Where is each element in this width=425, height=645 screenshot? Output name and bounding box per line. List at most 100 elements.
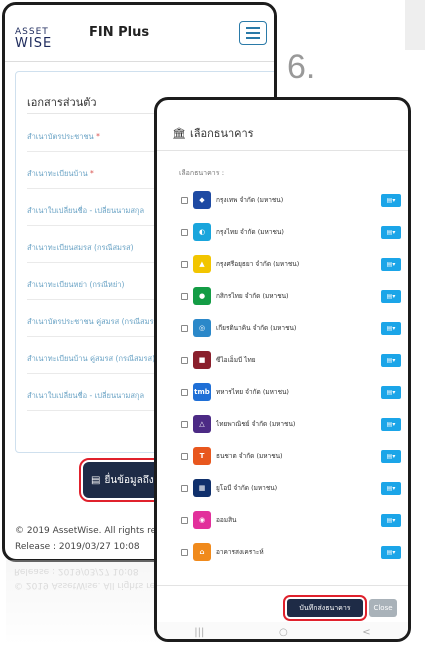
step-number: 6. (287, 48, 316, 86)
bank-document-dropdown-button[interactable]: ▤▾ (381, 289, 401, 303)
menu-icon-bar (246, 37, 260, 39)
bank-checkbox[interactable] (181, 196, 188, 204)
close-button[interactable]: Close (369, 599, 397, 617)
android-nav-bar: ||| ○ < (157, 622, 408, 639)
bank-checkbox[interactable] (181, 420, 188, 428)
bank-document-dropdown-button[interactable]: ▤▾ (381, 225, 401, 239)
bank-row: ⌂ อาคารสงเคราะห์ ▤▾ (181, 542, 401, 562)
bank-document-dropdown-button[interactable]: ▤▾ (381, 449, 401, 463)
bank-name: ซีไอเอ็มบี ไทย (216, 356, 256, 364)
footer: © 2019 AssetWise. All rights res Release… (15, 523, 161, 555)
bank-row: ● กสิกรไทย จำกัด (มหาชน) ▤▾ (181, 286, 401, 306)
bank-checkbox[interactable] (181, 388, 188, 396)
footer-release: Release : 2019/03/27 10:08 (15, 542, 140, 552)
bank-document-dropdown-button[interactable]: ▤▾ (381, 385, 401, 399)
bank-row: ■ ซีไอเอ็มบี ไทย ▤▾ (181, 350, 401, 370)
bank-logo-icon: ⌂ (193, 543, 211, 561)
document-label-text: สำเนาทะเบียนสมรส (กรณีสมรส) (27, 243, 134, 252)
home-icon[interactable]: ○ (279, 627, 288, 638)
document-label-text: สำเนาใบเปลี่ยนชื่อ - เปลี่ยนนามสกุล (27, 206, 145, 215)
reflection-text: © 2019 AssetWise. All rights res (14, 580, 160, 590)
bank-row: T ธนชาต จำกัด (มหาชน) ▤▾ (181, 446, 401, 466)
section-title: เอกสารส่วนตัว (27, 96, 97, 109)
asset-wise-logo: ASSET WISE (15, 27, 53, 51)
modal-footer-divider (157, 585, 408, 586)
bank-checkbox[interactable] (181, 484, 188, 492)
bank-logo-icon: T (193, 447, 211, 465)
bank-logo-icon: ● (193, 287, 211, 305)
hamburger-menu-button[interactable] (239, 21, 267, 45)
modal-title: 🏛 เลือกธนาคาร (172, 124, 254, 142)
menu-icon-bar (246, 32, 260, 34)
submit-label: ยื่นข้อมูลถึง (104, 474, 154, 486)
document-icon: ▤ (91, 474, 101, 486)
bank-document-dropdown-button[interactable]: ▤▾ (381, 193, 401, 207)
bank-name: ธนชาต จำกัด (มหาชน) (216, 452, 283, 460)
document-label-text: สำเนาบัตรประชาชน (27, 132, 94, 141)
bank-name: กรุงไทย จำกัด (มหาชน) (216, 228, 284, 236)
reflection-text: Release : 2019/03/27 10:08 (14, 566, 139, 576)
modal-divider (157, 150, 408, 151)
bank-document-dropdown-button[interactable]: ▤▾ (381, 353, 401, 367)
bank-checkbox[interactable] (181, 548, 188, 556)
required-marker: * (90, 169, 94, 178)
bank-document-dropdown-button[interactable]: ▤▾ (381, 481, 401, 495)
bank-name: เกียรตินาคิน จำกัด (มหาชน) (216, 324, 297, 332)
phone-bank-select-screen: 🏛 เลือกธนาคาร เลือกธนาคาร : ◆ กรุงเทพ จำก… (154, 97, 411, 642)
bank-name: ออมสิน (216, 516, 237, 524)
bank-name: อาคารสงเคราะห์ (216, 548, 264, 556)
bank-name: กรุงเทพ จำกัด (มหาชน) (216, 196, 284, 204)
bank-logo-icon: ◆ (193, 191, 211, 209)
bank-name: ยูโอบี จำกัด (มหาชน) (216, 484, 278, 492)
bank-logo-icon: tmb (193, 383, 211, 401)
document-label-text: สำเนาทะเบียนหย่า (กรณีหย่า) (27, 280, 125, 289)
back-icon[interactable]: < (362, 627, 370, 638)
document-label-text: สำเนาทะเบียนบ้าน (27, 169, 88, 178)
bank-document-dropdown-button[interactable]: ▤▾ (381, 321, 401, 335)
bank-logo-icon: ▦ (193, 479, 211, 497)
bank-row: ◆ กรุงเทพ จำกัด (มหาชน) ▤▾ (181, 190, 401, 210)
bank-name: ทหารไทย จำกัด (มหาชน) (216, 388, 289, 396)
bank-name: กรุงศรีอยุธยา จำกัด (มหาชน) (216, 260, 300, 268)
bank-checkbox[interactable] (181, 356, 188, 364)
bank-building-icon: 🏛 (172, 126, 186, 140)
document-label-text: สำเนาบัตรประชาชน คู่สมรส (กรณีสมรส) (27, 317, 162, 326)
bank-checkbox[interactable] (181, 292, 188, 300)
bank-select-label: เลือกธนาคาร : (179, 169, 225, 177)
footer-copyright: © 2019 AssetWise. All rights res (15, 526, 161, 536)
bank-checkbox[interactable] (181, 452, 188, 460)
bank-logo-icon: ■ (193, 351, 211, 369)
bank-row: ◐ กรุงไทย จำกัด (มหาชน) ▤▾ (181, 222, 401, 242)
menu-icon-bar (246, 27, 260, 29)
bank-checkbox[interactable] (181, 260, 188, 268)
recents-icon[interactable]: ||| (194, 627, 204, 638)
bank-row: ▦ ยูโอบี จำกัด (มหาชน) ▤▾ (181, 478, 401, 498)
required-marker: * (96, 132, 100, 141)
bank-row: ▲ กรุงศรีอยุธยา จำกัด (มหาชน) ▤▾ (181, 254, 401, 274)
bank-document-dropdown-button[interactable]: ▤▾ (381, 257, 401, 271)
logo-bottom: WISE (15, 36, 53, 51)
background-panel (405, 0, 425, 50)
bank-row: tmb ทหารไทย จำกัด (มหาชน) ▤▾ (181, 382, 401, 402)
bank-logo-icon: ◎ (193, 319, 211, 337)
bank-name: กสิกรไทย จำกัด (มหาชน) (216, 292, 289, 300)
bank-document-dropdown-button[interactable]: ▤▾ (381, 417, 401, 431)
bank-checkbox[interactable] (181, 228, 188, 236)
save-send-bank-button[interactable]: บันทึกส่งธนาคาร (283, 595, 367, 621)
bank-logo-icon: ▲ (193, 255, 211, 273)
bank-logo-icon: △ (193, 415, 211, 433)
bank-checkbox[interactable] (181, 516, 188, 524)
bank-logo-icon: ◐ (193, 223, 211, 241)
bank-logo-icon: ◉ (193, 511, 211, 529)
bank-document-dropdown-button[interactable]: ▤▾ (381, 545, 401, 559)
bank-name: ไทยพาณิชย์ จำกัด (มหาชน) (216, 420, 296, 428)
modal-title-text: เลือกธนาคาร (189, 127, 254, 140)
bank-checkbox[interactable] (181, 324, 188, 332)
bank-row: ◎ เกียรตินาคิน จำกัด (มหาชน) ▤▾ (181, 318, 401, 338)
document-label-text: สำเนาใบเปลี่ยนชื่อ - เปลี่ยนนามสกุล (27, 391, 145, 400)
bank-document-dropdown-button[interactable]: ▤▾ (381, 513, 401, 527)
app-brand: FIN Plus (89, 25, 150, 40)
bank-row: ◉ ออมสิน ▤▾ (181, 510, 401, 530)
document-label-text: สำเนาทะเบียนบ้าน คู่สมรส (กรณีสมรส) (27, 354, 156, 363)
bank-row: △ ไทยพาณิชย์ จำกัด (มหาชน) ▤▾ (181, 414, 401, 434)
